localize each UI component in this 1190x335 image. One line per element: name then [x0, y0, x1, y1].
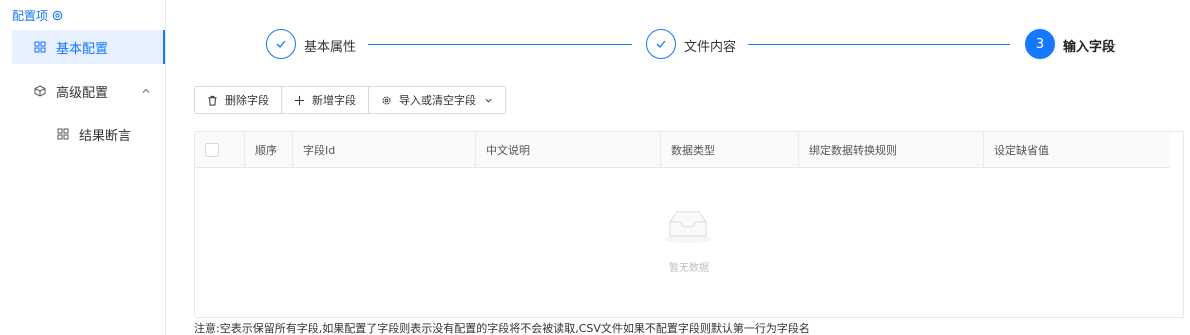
steps: 基本属性 文件内容 3 输入字段: [266, 29, 1126, 59]
step-divider: [748, 44, 1010, 45]
add-field-button[interactable]: 新增字段: [282, 86, 369, 114]
check-icon: [656, 40, 666, 48]
check-icon: [276, 40, 286, 48]
column-header-default-value[interactable]: 设定缺省值: [984, 132, 1170, 168]
grid-icon: [34, 41, 46, 53]
sidebar-item-label: 结果断言: [79, 128, 132, 144]
column-header-order[interactable]: 顺序: [245, 132, 293, 168]
cube-icon: [34, 85, 46, 97]
import-or-clear-label: 导入或清空字段: [399, 94, 476, 107]
sidebar-item-label: 高级配置: [56, 85, 109, 101]
sidebar-title: 配置项: [12, 7, 63, 24]
chevron-down-icon: [485, 98, 492, 102]
sidebar-title-label: 配置项: [12, 9, 49, 23]
toolbar: 删除字段 新增字段 导入或清空字段: [194, 86, 506, 114]
empty-state: 暂无数据: [195, 168, 1183, 318]
sidebar-item-basic-config[interactable]: 基本配置: [12, 30, 165, 64]
step-1-label: 基本属性: [304, 40, 357, 55]
table-header: 顺序 字段Id 中文说明 数据类型 绑定数据转换规则 设定缺省值: [195, 132, 1170, 168]
settings-icon[interactable]: [52, 10, 63, 21]
delete-field-button[interactable]: 删除字段: [194, 86, 282, 114]
step-3-circle[interactable]: 3: [1025, 29, 1055, 59]
step-1-circle[interactable]: [266, 29, 296, 59]
gear-icon: [382, 96, 391, 104]
sidebar: 配置项 基本配置 高级配置 结果断言: [0, 0, 166, 335]
fields-table: 顺序 字段Id 中文说明 数据类型 绑定数据转换规则 设定缺省值 暂无数据: [194, 131, 1184, 318]
step-number: 3: [1035, 36, 1045, 52]
column-header-data-type[interactable]: 数据类型: [661, 132, 799, 168]
column-header-field-id[interactable]: 字段Id: [293, 132, 476, 168]
step-divider: [368, 44, 632, 45]
step-2-circle[interactable]: [646, 29, 676, 59]
sidebar-item-result-assertion[interactable]: 结果断言: [12, 117, 165, 151]
sidebar-item-advanced-config[interactable]: 高级配置: [12, 74, 165, 108]
grid-icon: [57, 128, 69, 140]
plus-icon: [294, 95, 305, 105]
column-header-description[interactable]: 中文说明: [476, 132, 661, 168]
empty-inbox-icon: [664, 211, 712, 243]
select-all-checkbox[interactable]: [205, 143, 219, 157]
sidebar-item-label: 基本配置: [56, 41, 109, 57]
add-field-label: 新增字段: [312, 94, 356, 107]
empty-text: 暂无数据: [669, 263, 709, 274]
select-all-cell: [195, 132, 245, 168]
trash-icon: [208, 95, 217, 106]
chevron-up-icon[interactable]: [141, 86, 151, 96]
step-3-label: 输入字段: [1063, 40, 1116, 55]
column-header-conversion-rule[interactable]: 绑定数据转换规则: [799, 132, 984, 168]
import-or-clear-dropdown[interactable]: 导入或清空字段: [369, 86, 506, 114]
note-text: 注意:空表示保留所有字段,如果配置了字段则表示没有配置的字段将不会被读取,CSV…: [194, 322, 810, 335]
step-2-label: 文件内容: [684, 40, 737, 55]
delete-field-label: 删除字段: [225, 94, 269, 107]
